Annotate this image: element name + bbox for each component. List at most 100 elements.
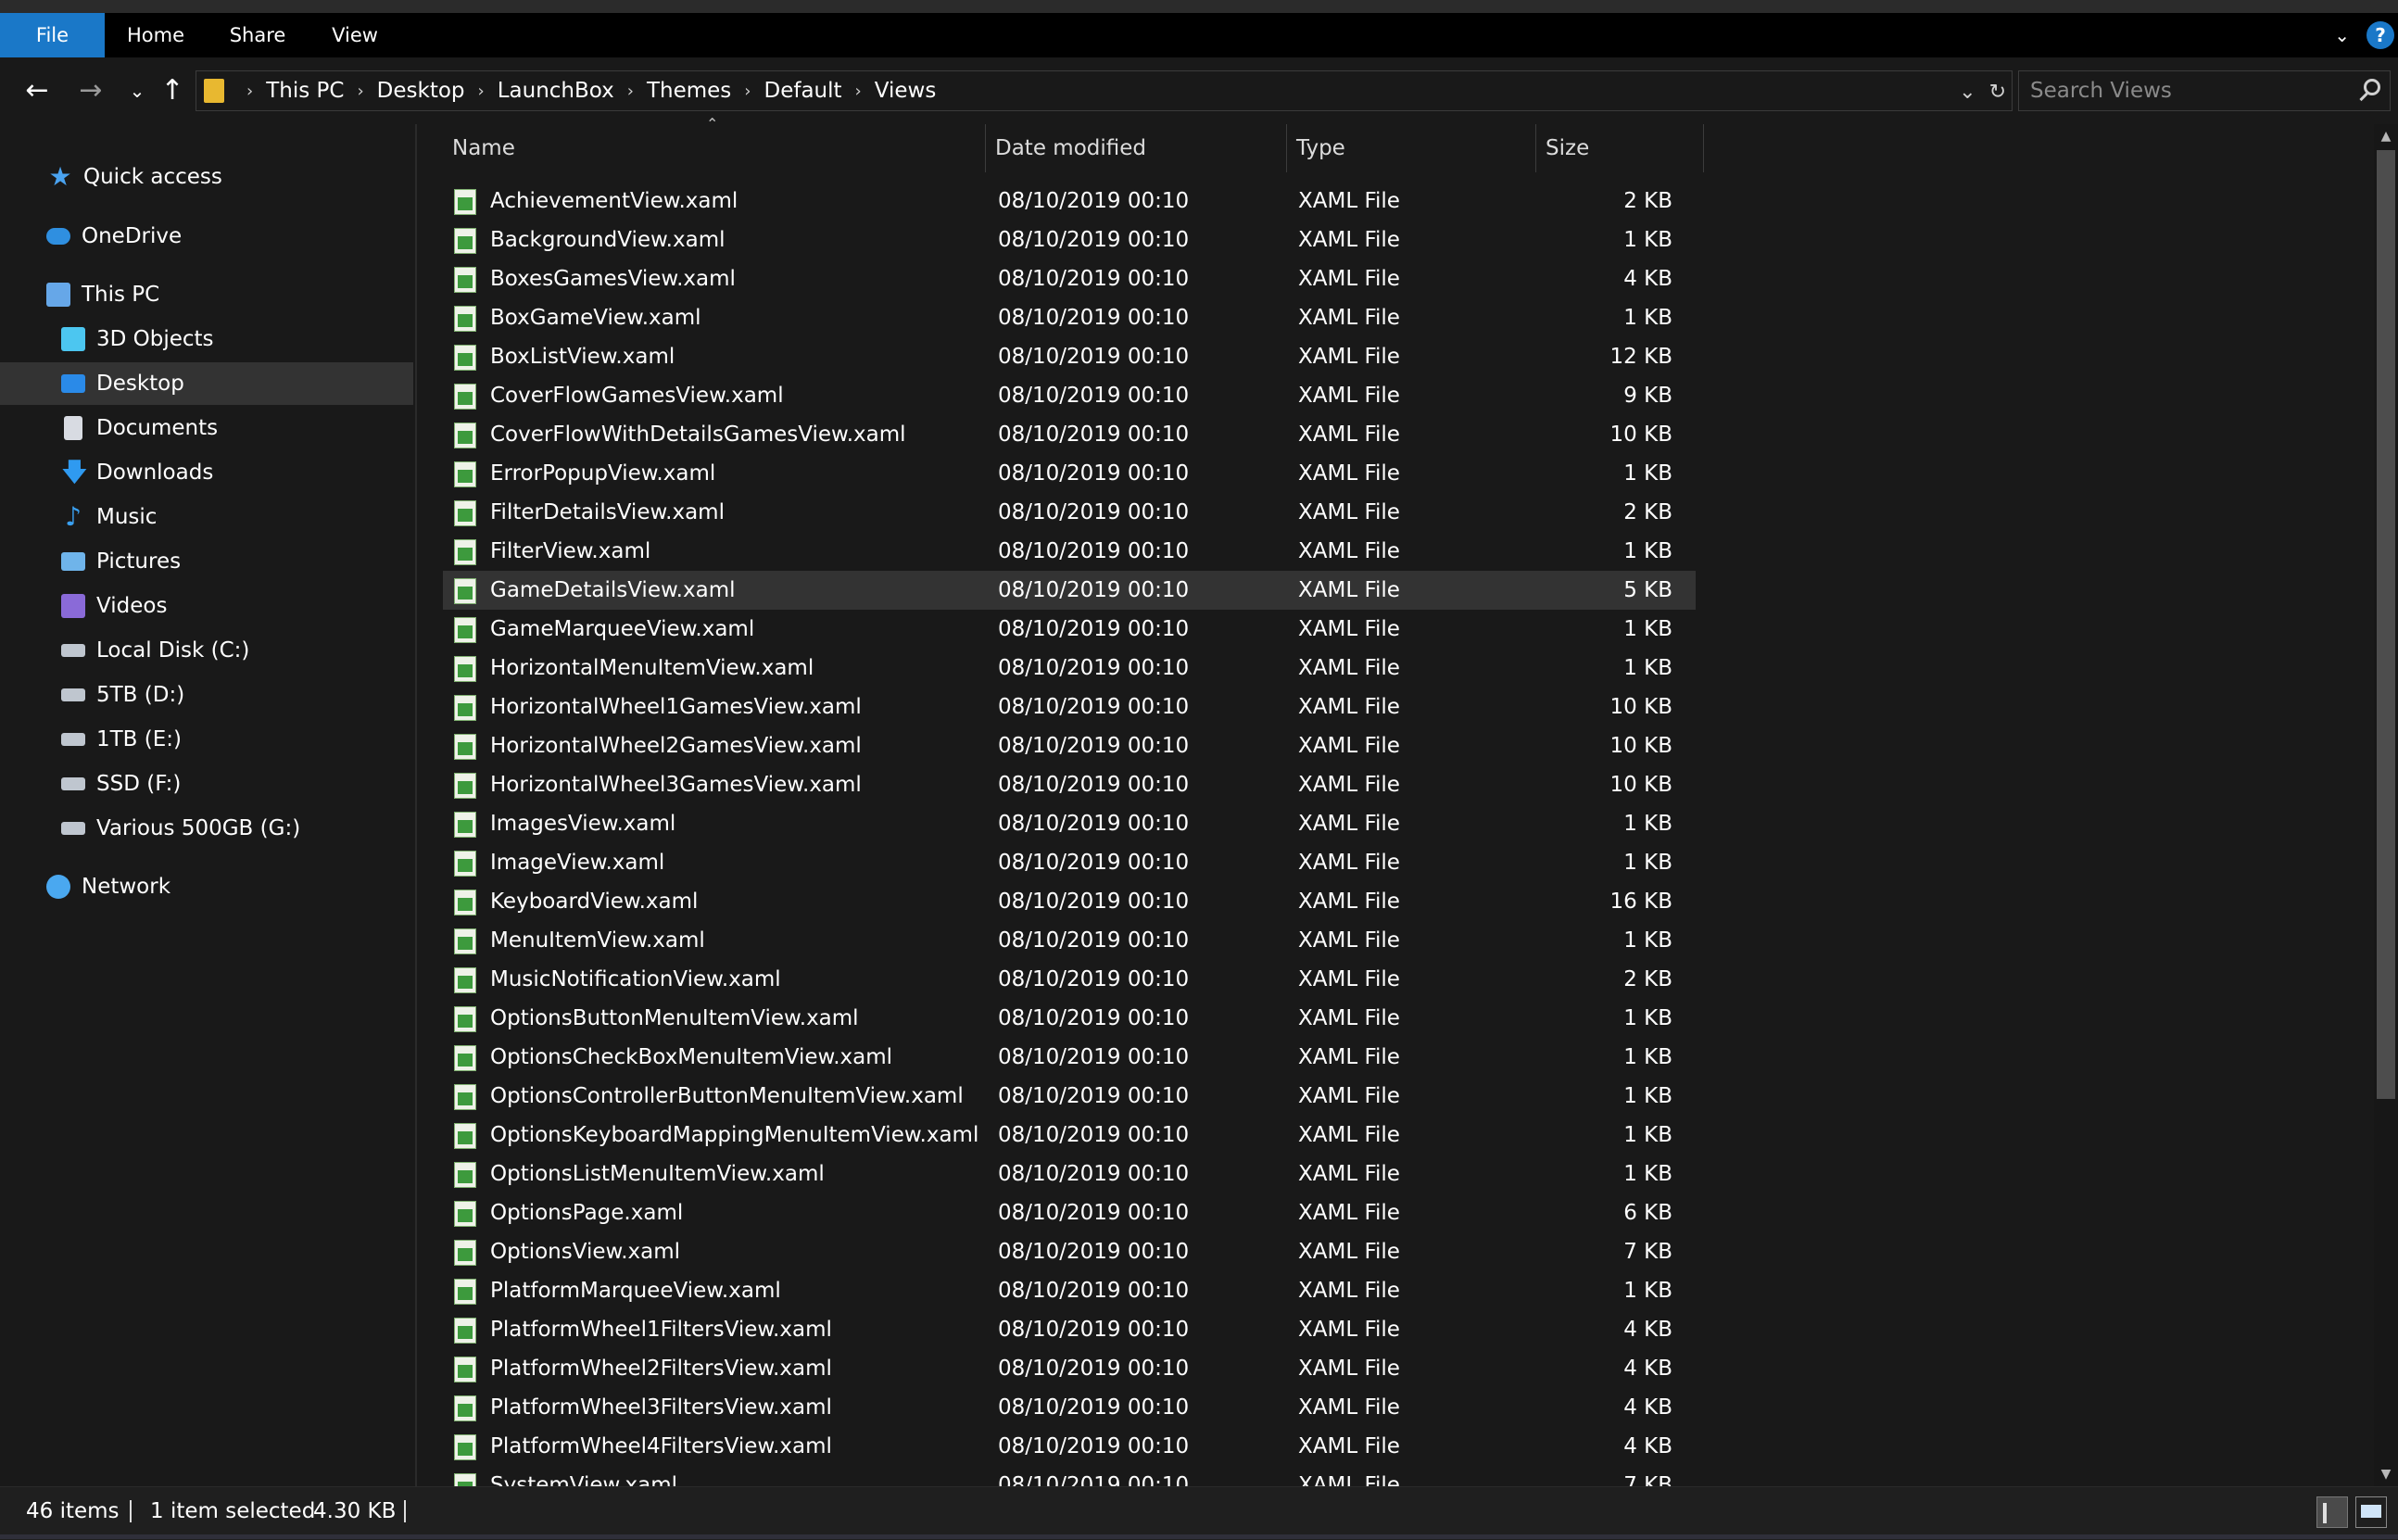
file-row[interactable]: HorizontalWheel3GamesView.xaml 08/10/2019… — [443, 765, 1696, 804]
nav-item-quick-access[interactable]: ★ Quick access — [0, 156, 413, 198]
file-row[interactable]: PlatformWheel4FiltersView.xaml 08/10/2019… — [443, 1427, 1696, 1466]
file-row[interactable]: OptionsPage.xaml 08/10/2019 00:10 XAML Fil… — [443, 1193, 1696, 1232]
file-type: XAML File — [1298, 384, 1400, 408]
search-icon[interactable] — [2364, 79, 2380, 95]
file-row[interactable]: GameMarqueeView.xaml 08/10/2019 00:10 XAML… — [443, 610, 1696, 649]
file-date-modified: 08/10/2019 00:10 — [998, 189, 1190, 213]
file-row[interactable]: HorizontalWheel1GamesView.xaml 08/10/2019… — [443, 688, 1696, 726]
large-icons-view-button[interactable] — [2355, 1496, 2387, 1528]
file-row[interactable]: GameDetailsView.xaml 08/10/2019 00:10 XAML… — [443, 571, 1696, 610]
file-row[interactable]: CoverFlowGamesView.xaml 08/10/2019 00:10 X… — [443, 376, 1696, 415]
nav-item-downloads[interactable]: 🡇 Downloads — [0, 451, 413, 494]
file-name: ImagesView.xaml — [490, 812, 676, 836]
help-icon[interactable]: ? — [2366, 21, 2394, 49]
column-header-date-modified[interactable]: Date modified — [986, 124, 1286, 172]
file-row[interactable]: OptionsCheckBoxMenuItemView.xaml 08/10/20… — [443, 1038, 1696, 1077]
file-row[interactable]: KeyboardView.xaml 08/10/2019 00:10 XAML Fi… — [443, 882, 1696, 921]
file-row[interactable]: ImagesView.xaml 08/10/2019 00:10 XAML File… — [443, 804, 1696, 843]
breadcrumb-views[interactable]: Views — [875, 79, 937, 103]
scroll-down-arrow-icon[interactable]: ▼ — [2374, 1462, 2398, 1486]
nav-item-1tb-e[interactable]: 1TB (E:) — [0, 718, 413, 761]
file-row[interactable]: PlatformWheel2FiltersView.xaml 08/10/2019… — [443, 1349, 1696, 1388]
nav-item-desktop[interactable]: Desktop — [0, 362, 413, 405]
file-name: PlatformWheel1FiltersView.xaml — [490, 1318, 832, 1342]
xaml-file-icon — [454, 1006, 476, 1032]
file-row[interactable]: BoxListView.xaml 08/10/2019 00:10 XAML Fil… — [443, 337, 1696, 376]
file-row[interactable]: OptionsButtonMenuItemView.xaml 08/10/2019… — [443, 999, 1696, 1038]
pane-divider[interactable] — [415, 124, 417, 1486]
file-type: XAML File — [1298, 1162, 1400, 1186]
breadcrumb-desktop[interactable]: Desktop — [377, 79, 465, 103]
file-row[interactable]: SystemView.xaml 08/10/2019 00:10 XAML File… — [443, 1466, 1696, 1486]
file-row[interactable]: CoverFlowWithDetailsGamesView.xaml 08/10/… — [443, 415, 1696, 454]
file-row[interactable]: FilterDetailsView.xaml 08/10/2019 00:10 XA… — [443, 493, 1696, 532]
nav-item-music[interactable]: ♪ Music — [0, 496, 413, 538]
file-name: MusicNotificationView.xaml — [490, 967, 781, 991]
file-row[interactable]: PlatformWheel1FiltersView.xaml 08/10/2019… — [443, 1310, 1696, 1349]
nav-item-network[interactable]: Network — [0, 865, 413, 908]
breadcrumb-separator-icon[interactable]: › — [357, 82, 363, 101]
file-row[interactable]: OptionsControllerButtonMenuItemView.xaml… — [443, 1077, 1696, 1116]
breadcrumb-separator-icon[interactable]: › — [478, 82, 485, 101]
nav-item-various-500gb-g[interactable]: Various 500GB (G:) — [0, 807, 413, 850]
tab-view[interactable]: View — [309, 13, 401, 57]
address-history-chevron-icon[interactable]: ⌄ — [1959, 81, 1975, 104]
nav-item-local-disk-c[interactable]: Local Disk (C:) — [0, 629, 413, 672]
file-row[interactable]: BoxesGamesView.xaml 08/10/2019 00:10 XAML … — [443, 259, 1696, 298]
file-size: 4 KB — [1623, 1357, 1672, 1381]
breadcrumb-separator-icon[interactable]: › — [855, 82, 862, 101]
file-row[interactable]: OptionsView.xaml 08/10/2019 00:10 XAML Fil… — [443, 1232, 1696, 1271]
nav-item-pictures[interactable]: Pictures — [0, 540, 413, 583]
file-row[interactable]: PlatformWheel3FiltersView.xaml 08/10/2019… — [443, 1388, 1696, 1427]
file-row[interactable]: OptionsKeyboardMappingMenuItemView.xaml 0… — [443, 1116, 1696, 1155]
file-row[interactable]: AchievementView.xaml 08/10/2019 00:10 XAML… — [443, 182, 1696, 221]
file-row[interactable]: HorizontalMenuItemView.xaml 08/10/2019 00… — [443, 649, 1696, 688]
file-row[interactable]: FilterView.xaml 08/10/2019 00:10 XAML File… — [443, 532, 1696, 571]
breadcrumb-default[interactable]: Default — [764, 79, 842, 103]
column-header-size[interactable]: Size — [1536, 124, 1703, 172]
breadcrumb-this-pc[interactable]: This PC — [266, 79, 344, 103]
file-row[interactable]: BoxGameView.xaml 08/10/2019 00:10 XAML Fil… — [443, 298, 1696, 337]
breadcrumb-separator-icon[interactable]: › — [627, 82, 634, 101]
scrollbar-thumb[interactable] — [2377, 150, 2395, 1099]
file-row[interactable]: BackgroundView.xaml 08/10/2019 00:10 XAML … — [443, 221, 1696, 259]
nav-item-videos[interactable]: Videos — [0, 585, 413, 627]
details-view-button[interactable] — [2316, 1496, 2348, 1528]
file-row[interactable]: OptionsListMenuItemView.xaml 08/10/2019 0… — [443, 1155, 1696, 1193]
file-row[interactable]: ErrorPopupView.xaml 08/10/2019 00:10 XAML … — [443, 454, 1696, 493]
file-size: 10 KB — [1609, 695, 1672, 719]
forward-arrow-icon[interactable]: → — [72, 72, 109, 109]
tab-share[interactable]: Share — [207, 13, 309, 57]
breadcrumb-separator-icon[interactable]: › — [744, 82, 751, 101]
up-arrow-icon[interactable]: ↑ — [154, 72, 191, 109]
breadcrumb-separator-icon[interactable]: › — [246, 82, 253, 101]
tab-home[interactable]: Home — [105, 13, 207, 57]
column-divider[interactable] — [1703, 124, 1704, 172]
nav-item-ssd-f[interactable]: SSD (F:) — [0, 763, 413, 805]
nav-item-onedrive[interactable]: OneDrive — [0, 215, 413, 258]
scroll-up-arrow-icon[interactable]: ▲ — [2374, 124, 2398, 148]
file-row[interactable]: HorizontalWheel2GamesView.xaml 08/10/2019… — [443, 726, 1696, 765]
column-header-type[interactable]: Type — [1287, 124, 1535, 172]
recent-locations-chevron-icon[interactable]: ⌄ — [119, 72, 156, 109]
nav-item-3d-objects[interactable]: 3D Objects — [0, 318, 413, 360]
file-row[interactable]: MenuItemView.xaml 08/10/2019 00:10 XAML Fi… — [443, 921, 1696, 960]
tab-file[interactable]: File — [0, 13, 105, 57]
file-row[interactable]: PlatformMarqueeView.xaml 08/10/2019 00:10… — [443, 1271, 1696, 1310]
search-input[interactable]: Search Views — [2030, 71, 2172, 110]
back-arrow-icon[interactable]: ← — [19, 72, 56, 109]
address-bar[interactable]: › This PC › Desktop › LaunchBox › Themes… — [196, 70, 2013, 111]
column-header-name[interactable]: Name — [443, 124, 985, 172]
nav-item-documents[interactable]: Documents — [0, 407, 413, 449]
vertical-scrollbar[interactable]: ▲ ▼ — [2374, 124, 2398, 1486]
file-row[interactable]: ImageView.xaml 08/10/2019 00:10 XAML File 1… — [443, 843, 1696, 882]
nav-item-5tb-d[interactable]: 5TB (D:) — [0, 674, 413, 716]
expand-ribbon-chevron-icon[interactable]: ⌄ — [2334, 24, 2350, 46]
breadcrumb-themes[interactable]: Themes — [647, 79, 731, 103]
nav-item-this-pc[interactable]: This PC — [0, 273, 413, 316]
file-date-modified: 08/10/2019 00:10 — [998, 890, 1190, 914]
file-row[interactable]: MusicNotificationView.xaml 08/10/2019 00:… — [443, 960, 1696, 999]
breadcrumb-launchbox[interactable]: LaunchBox — [498, 79, 614, 103]
refresh-icon[interactable]: ↻ — [1989, 81, 2006, 104]
search-box[interactable]: Search Views — [2018, 70, 2391, 111]
